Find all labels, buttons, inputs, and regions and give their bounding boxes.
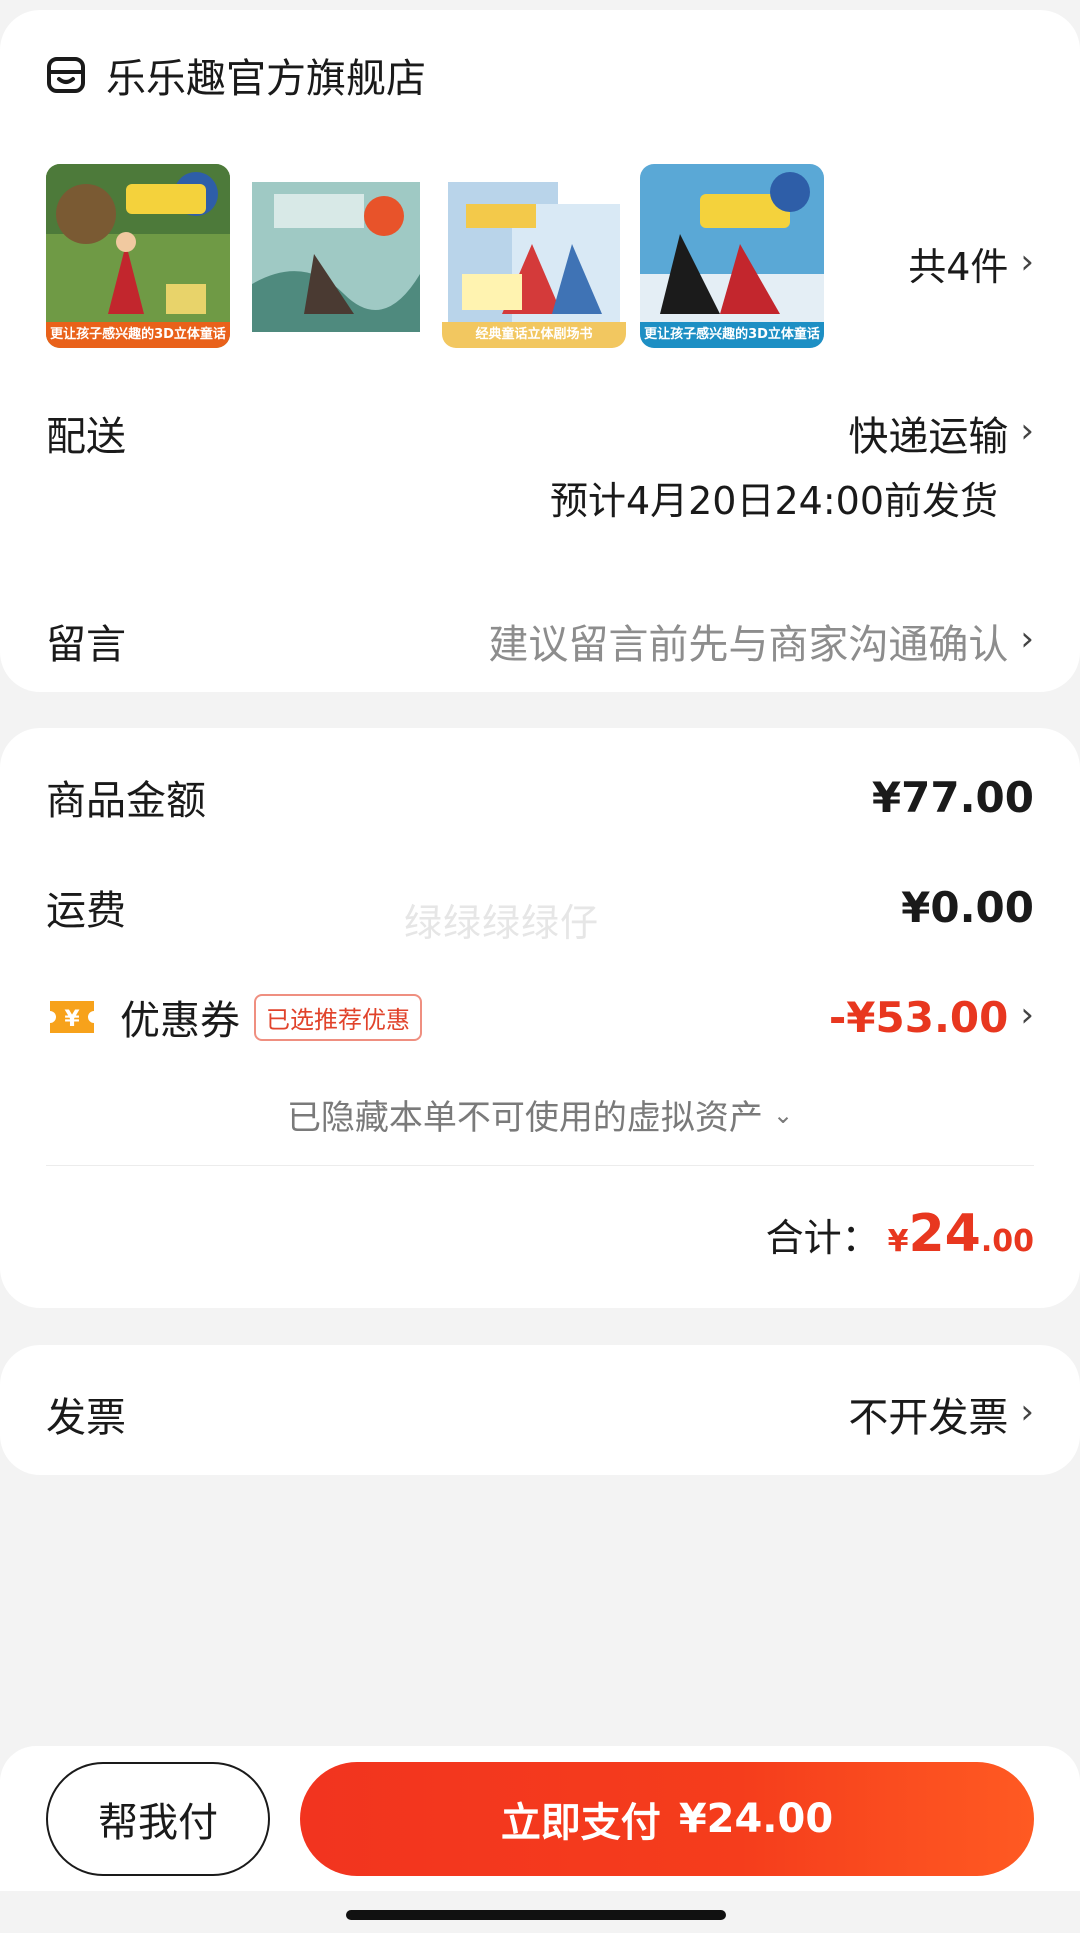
coupon-tag: 已选推荐优惠 <box>254 993 422 1041</box>
invoice-label: 发票 <box>46 1395 126 1441</box>
goods-amount-value: ¥77.00 <box>871 772 1034 822</box>
total-label: 合计： <box>765 1216 880 1260</box>
coupon-row[interactable]: ¥ 优惠券 已选推荐优惠 -¥53.00 › <box>46 988 1034 1046</box>
store-icon <box>47 57 85 93</box>
product-thumb[interactable]: 更让孩子感兴趣的3D立体童话 <box>640 164 824 348</box>
product-image <box>640 164 824 348</box>
pay-now-amount: ¥24.00 <box>678 1796 834 1842</box>
pay-now-label: 立即支付 <box>500 1800 661 1846</box>
chevron-down-icon: ⌄ <box>772 1100 794 1129</box>
total-decimal: .00 <box>980 1224 1034 1259</box>
chevron-right-icon: › <box>1020 241 1034 282</box>
delivery-eta: 预计4月20日24:00前发货 <box>549 479 998 523</box>
freight-label: 运费 <box>46 888 126 934</box>
invoice-value: 不开发票 <box>848 1395 1009 1441</box>
bottom-bar: 帮我付 立即支付 ¥24.00 <box>0 1746 1080 1891</box>
coupon-icon: ¥ <box>50 1001 94 1033</box>
store-card <box>0 10 1080 692</box>
goods-amount-row: 商品金额 ¥77.00 <box>46 768 1034 826</box>
message-row[interactable]: 留言 建议留言前先与商家沟通确认 › <box>46 612 1034 670</box>
message-input[interactable]: 建议留言前先与商家沟通确认 <box>488 612 1008 670</box>
freight-value: ¥0.00 <box>901 882 1034 932</box>
message-label: 留言 <box>46 622 126 668</box>
product-thumb[interactable]: 经典童话立体剧场书 <box>442 164 626 348</box>
hidden-assets-toggle[interactable]: 已隐藏本单不可使用的虚拟资产 ⌄ <box>0 1090 1080 1139</box>
total-row: 合计： ¥ 24 .00 <box>766 1204 1034 1264</box>
delivery-row[interactable]: 配送 快递运输 › <box>46 404 1034 462</box>
home-indicator <box>346 1910 726 1920</box>
goods-amount-label: 商品金额 <box>46 778 206 824</box>
product-ribbon: 更让孩子感兴趣的3D立体童话 <box>640 322 824 348</box>
coupon-discount: -¥53.00 <box>828 992 1009 1042</box>
freight-row: 运费 ¥0.00 <box>46 878 1034 936</box>
order-confirm-page: 乐乐趣官方旗舰店 更让孩子感兴趣的3D立体童话 经典童话立体剧场书 更让孩子感兴… <box>0 0 1080 1933</box>
product-image <box>46 164 230 348</box>
invoice-row[interactable]: 发票 不开发票 › <box>46 1385 1034 1443</box>
items-count-link[interactable]: 共4件 › <box>908 236 1034 291</box>
delivery-label: 配送 <box>46 414 126 460</box>
divider <box>46 1165 1034 1166</box>
help-pay-button[interactable]: 帮我付 <box>46 1762 270 1876</box>
product-ribbon: 经典童话立体剧场书 <box>442 322 626 348</box>
delivery-method: 快递运输 <box>848 414 1009 460</box>
product-thumb[interactable] <box>244 164 428 348</box>
product-thumb[interactable]: 更让孩子感兴趣的3D立体童话 <box>46 164 230 348</box>
product-image <box>244 164 428 348</box>
total-integer: 24 <box>908 1204 981 1264</box>
coupon-label: 优惠券 <box>120 998 240 1044</box>
chevron-right-icon: › <box>1020 619 1034 659</box>
product-ribbon: 更让孩子感兴趣的3D立体童话 <box>46 322 230 348</box>
chevron-right-icon: › <box>1020 1392 1034 1432</box>
chevron-right-icon: › <box>1020 411 1034 451</box>
product-image <box>442 164 626 348</box>
hidden-assets-text: 已隐藏本单不可使用的虚拟资产 <box>286 1098 763 1138</box>
product-thumbnails[interactable]: 更让孩子感兴趣的3D立体童话 经典童话立体剧场书 更让孩子感兴趣的3D立体童话 <box>46 164 824 348</box>
store-name: 乐乐趣官方旗舰店 <box>106 56 426 102</box>
chevron-right-icon: › <box>1020 995 1034 1035</box>
pay-now-button[interactable]: 立即支付 ¥24.00 <box>300 1762 1034 1876</box>
items-count: 共4件 <box>908 245 1009 289</box>
store-header[interactable]: 乐乐趣官方旗舰店 <box>46 46 1034 104</box>
total-currency: ¥ <box>887 1224 909 1259</box>
svg-text:¥: ¥ <box>64 1007 80 1032</box>
